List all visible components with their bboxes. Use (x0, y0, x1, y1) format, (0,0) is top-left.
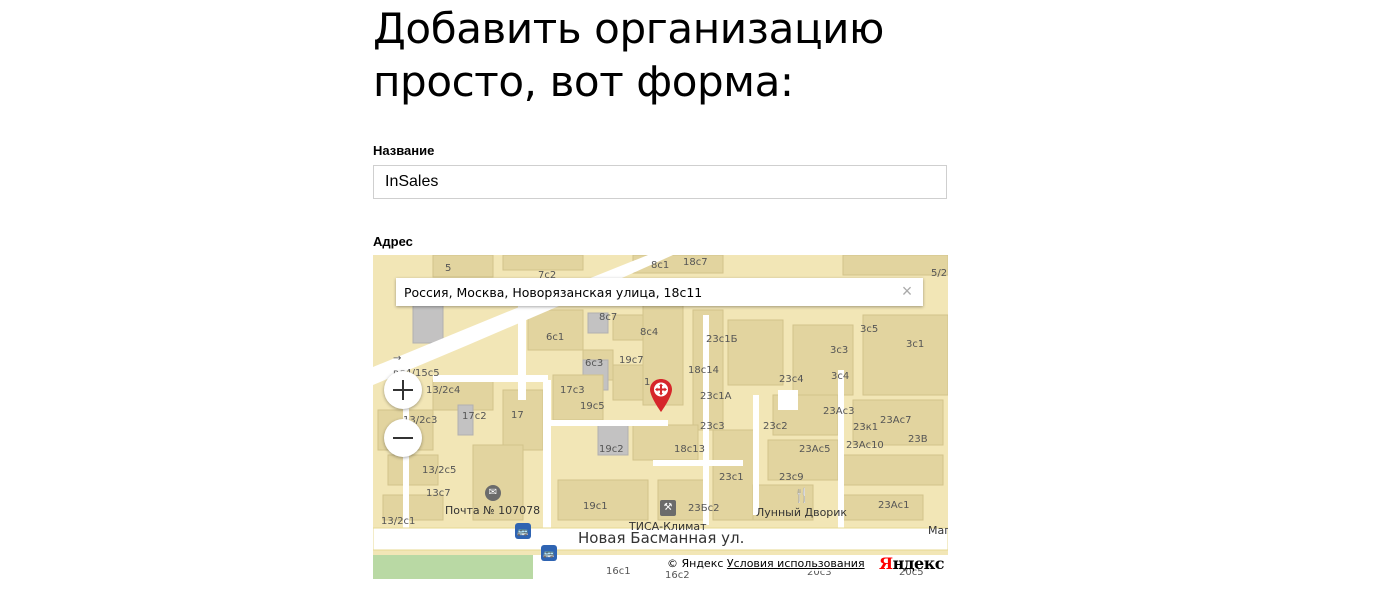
building-label: 23с1Б (706, 334, 738, 345)
building-label: 18с7 (683, 257, 708, 268)
building-label: 23с1 (719, 472, 744, 483)
minus-icon (393, 437, 413, 439)
map-copyright: © Яндекс Условия использования (663, 556, 869, 571)
yandex-logo[interactable]: Яндекс (879, 554, 944, 573)
zoom-in-button[interactable] (384, 371, 422, 409)
name-input[interactable] (373, 165, 947, 199)
poi-label-post-office: Почта № 107078 (445, 504, 541, 517)
building-label: 23Ас5 (799, 444, 831, 455)
building-label: 23Ас7 (880, 415, 912, 426)
mail-icon: ✉ (485, 485, 501, 501)
building-label: 3с5 (860, 324, 879, 335)
restaurant-icon: 🍴 (793, 487, 811, 503)
close-icon[interactable]: × (899, 282, 915, 300)
building-label: 17с3 (560, 385, 585, 396)
building-label: 23В (908, 434, 928, 445)
title-line-2: просто, вот форма: (373, 57, 794, 106)
bus-stop-icon: 🚌 (515, 523, 531, 539)
building-label: 6с3 (585, 358, 604, 369)
building-label: 23с1А (700, 391, 732, 402)
address-map[interactable]: 5 7с2 8с1 18с7 5/2 8с7 8с4 23с1Б 3с5 3с1… (373, 255, 948, 579)
building-label: 6с1 (546, 332, 565, 343)
add-organization-form: Добавить организацию просто, вот форма: … (373, 0, 948, 579)
building-label: 13с7 (426, 488, 451, 499)
building-label: 18с13 (674, 444, 705, 455)
building-label: 13/2с5 (422, 465, 457, 476)
building-label: 5/2 (931, 268, 948, 279)
building-label: 19с5 (580, 401, 605, 412)
plus-icon (393, 380, 413, 400)
building-label: 17с2 (462, 411, 487, 422)
building-label: 13/2с4 (426, 385, 461, 396)
building-label: 8с1 (651, 260, 670, 271)
building-label: 16с1 (606, 566, 631, 577)
tools-icon: ⚒ (660, 500, 676, 516)
poi-label-lunny-dvorik: Лунный Дворик (756, 506, 848, 519)
building-label: 3с4 (831, 371, 850, 382)
building-label: 8с4 (640, 327, 659, 338)
map-search-box: × (396, 278, 923, 306)
building-label: 5 (445, 263, 452, 274)
building-label: 8с7 (599, 312, 618, 323)
building-label: 19с2 (599, 444, 624, 455)
building-label: 23с9 (779, 472, 804, 483)
title-line-1: Добавить организацию (373, 4, 884, 53)
building-label: 3с1 (906, 339, 925, 350)
yandex-logo-first-letter: Я (879, 554, 893, 573)
building-label: 23Бс2 (688, 503, 720, 514)
building-label: 18с14 (688, 365, 719, 376)
bus-stop-icon: 🚌 (541, 545, 557, 561)
location-pin-icon[interactable] (649, 378, 673, 414)
building-label: 23Ас10 (846, 440, 884, 451)
building-label: 23Ас1 (878, 500, 910, 511)
terms-link[interactable]: Условия использования (727, 557, 865, 570)
copyright-text: © Яндекс (667, 557, 724, 570)
building-label: 3с3 (830, 345, 849, 356)
page-title: Добавить организацию просто, вот форма: (373, 0, 948, 108)
building-label: 16с2 (665, 570, 690, 580)
poi-label-mag: Маг (928, 524, 948, 537)
building-label: 23Ас3 (823, 406, 855, 417)
map-search-input[interactable] (396, 278, 886, 306)
building-label: 23с2 (763, 421, 788, 432)
building-label: 17 (511, 410, 524, 421)
street-label: Новая Басманная ул. (578, 529, 745, 547)
building-label: 19с7 (619, 355, 644, 366)
yandex-logo-rest: ндекс (892, 554, 945, 573)
direction-arrow: → (393, 353, 402, 364)
building-label: 13/2с1 (381, 516, 416, 527)
name-label: Название (373, 143, 435, 158)
zoom-out-button[interactable] (384, 419, 422, 457)
building-label: 23к1 (853, 422, 879, 433)
building-label: 23с3 (700, 421, 725, 432)
address-label: Адрес (373, 234, 413, 249)
building-label: 19с1 (583, 501, 608, 512)
building-label: 23с4 (779, 374, 804, 385)
